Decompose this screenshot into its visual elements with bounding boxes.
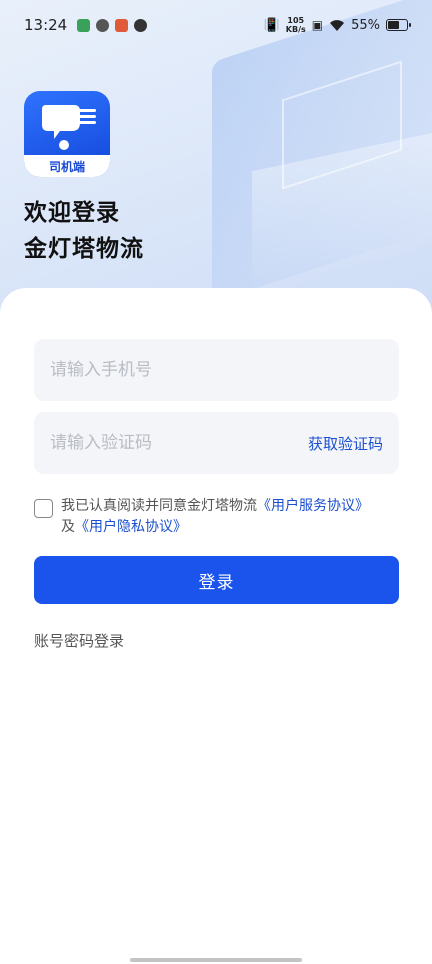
login-button[interactable]: 登录	[34, 556, 399, 604]
user-service-agreement-link[interactable]: 《用户服务协议》	[257, 498, 369, 514]
net-speed-unit: KB/s	[285, 25, 306, 34]
sim-icon: ▣	[311, 18, 324, 32]
app-logo: 司机端	[24, 91, 110, 177]
battery-icon	[386, 19, 411, 31]
phone-field[interactable]	[34, 339, 399, 401]
home-indicator	[130, 958, 302, 962]
truck-icon	[42, 105, 96, 150]
app-notification-icon	[96, 18, 110, 32]
get-code-button[interactable]: 获取验证码	[308, 433, 383, 454]
privacy-agreement-link[interactable]: 《用户隐私协议》	[75, 519, 187, 535]
agreement-join: 及	[61, 519, 75, 535]
status-left: 13:24	[24, 16, 148, 34]
app-notification-icon	[77, 18, 91, 32]
code-field[interactable]: 获取验证码	[34, 412, 399, 474]
cloud-icon	[134, 18, 148, 32]
wifi-icon	[330, 19, 345, 31]
welcome-heading: 欢迎登录 金灯塔物流	[24, 195, 144, 267]
welcome-line-1: 欢迎登录	[24, 200, 120, 226]
password-login-link[interactable]: 账号密码登录	[34, 630, 124, 651]
logo-label: 司机端	[24, 155, 110, 177]
agreement-prefix: 我已认真阅读并同意金灯塔物流	[61, 498, 257, 514]
code-input[interactable]	[50, 433, 308, 453]
status-right: 📳 105 KB/s ▣ 55%	[263, 16, 411, 34]
net-speed-value: 105	[287, 16, 305, 25]
vibrate-icon: 📳	[263, 17, 280, 33]
agreement-row: 我已认真阅读并同意金灯塔物流《用户服务协议》 及《用户隐私协议》	[34, 496, 399, 538]
status-bar: 13:24 📳 105 KB/s ▣ 55%	[0, 0, 432, 50]
agreement-text: 我已认真阅读并同意金灯塔物流《用户服务协议》 及《用户隐私协议》	[61, 496, 369, 538]
battery-fill	[388, 21, 399, 29]
phone-input[interactable]	[50, 360, 383, 380]
app-notification-icon	[115, 18, 129, 32]
battery-percent: 55%	[351, 17, 380, 33]
net-speed: 105 KB/s	[286, 16, 306, 34]
status-time: 13:24	[24, 16, 68, 34]
welcome-line-2: 金灯塔物流	[24, 236, 144, 262]
agreement-checkbox[interactable]	[34, 499, 53, 518]
